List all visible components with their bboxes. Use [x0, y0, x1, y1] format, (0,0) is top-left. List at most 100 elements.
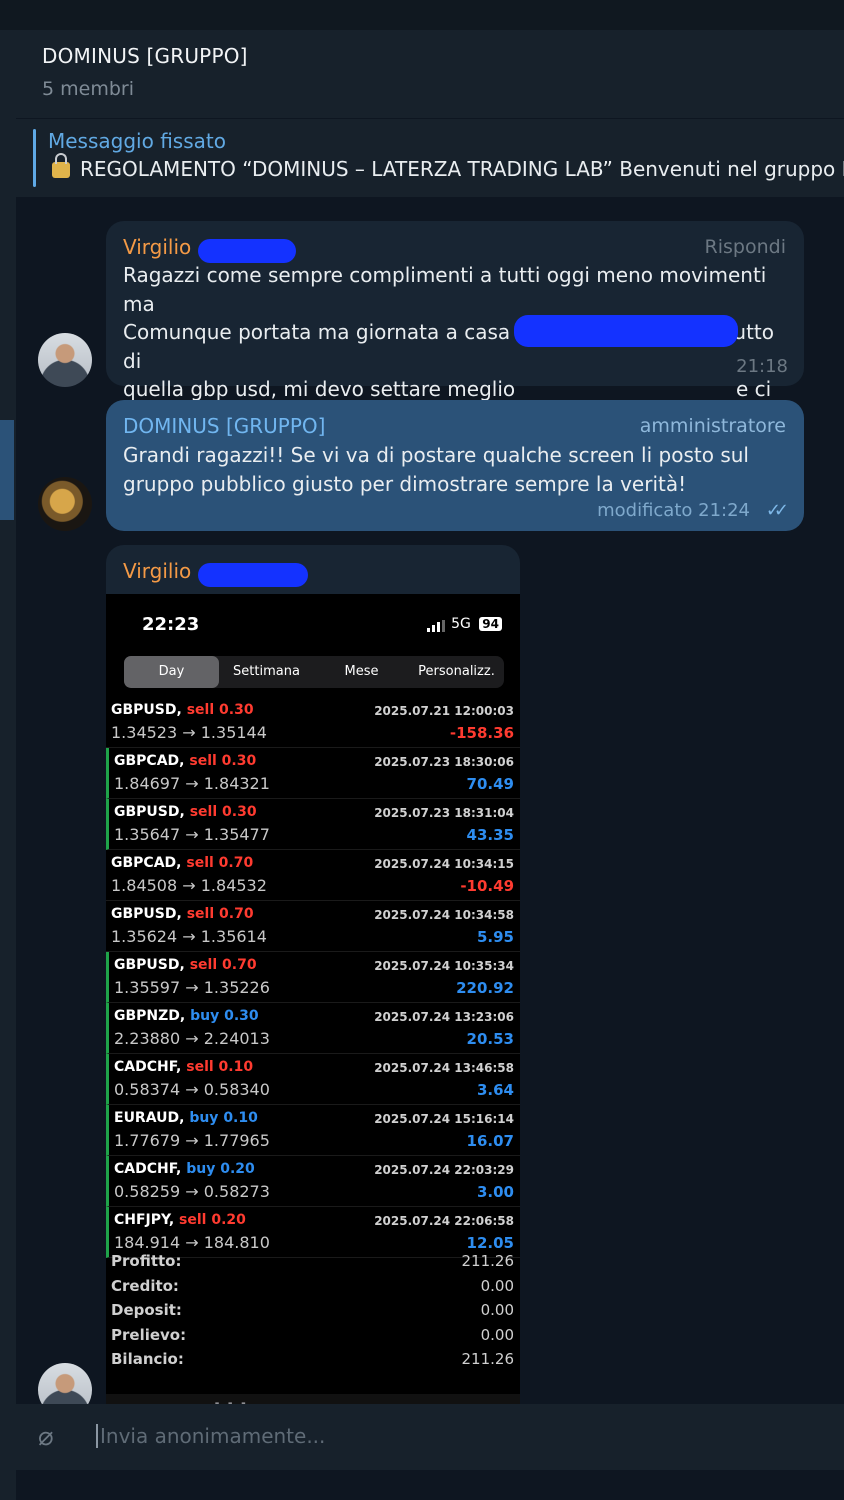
trade-profit: 43.35	[466, 826, 514, 844]
trade-prices: 1.35597 → 1.35226	[114, 978, 270, 997]
redaction-scribble	[198, 239, 296, 263]
phone-status-bar: 5G 94	[426, 616, 502, 632]
tab-mese[interactable]: Mese	[314, 656, 409, 688]
trade-symbol: CADCHF, buy 0.20	[114, 1161, 255, 1177]
trade-row[interactable]: GBPUSD, sell 0.30 2025.07.21 12:00:03 1.34…	[106, 697, 520, 748]
volume-label: 0.10	[218, 1059, 254, 1075]
chat-title: DOMINUS [GRUPPO]	[42, 44, 248, 68]
trade-profit: -158.36	[449, 724, 514, 742]
symbol-label: GBPUSD,	[111, 702, 182, 718]
summary-row: Bilancio: 211.26	[106, 1350, 520, 1375]
trade-datetime: 2025.07.24 10:34:58	[374, 908, 514, 922]
trade-row[interactable]: GBPCAD, sell 0.30 2025.07.23 18:30:06 1.84…	[106, 748, 520, 799]
trade-symbol: GBPUSD, sell 0.30	[114, 804, 257, 820]
side-label: sell	[186, 702, 215, 718]
side-label: sell	[186, 906, 215, 922]
summary-row: Credito: 0.00	[106, 1277, 520, 1302]
pinned-accent-bar	[33, 129, 36, 187]
trade-prices: 0.58259 → 0.58273	[114, 1182, 270, 1201]
trade-prices: 1.34523 → 1.35144	[111, 723, 267, 742]
trade-profit: 16.07	[466, 1132, 514, 1150]
trade-symbol: GBPCAD, sell 0.70	[111, 855, 253, 871]
trade-profit: 12.05	[466, 1234, 514, 1252]
window-top-strip	[0, 0, 844, 30]
message-sender[interactable]: Virgilio	[123, 559, 191, 583]
symbol-label: CADCHF,	[114, 1161, 182, 1177]
symbol-label: GBPUSD,	[114, 804, 185, 820]
trade-datetime: 2025.07.24 22:03:29	[374, 1163, 514, 1177]
message-sender[interactable]: Virgilio	[123, 235, 191, 259]
trade-row[interactable]: CADCHF, buy 0.20 2025.07.24 22:03:29 0.582…	[106, 1156, 520, 1207]
message-sender[interactable]: DOMINUS [GRUPPO]	[123, 414, 325, 438]
summary-row: Prelievo: 0.00	[106, 1326, 520, 1351]
period-segmented-control: Day Settimana Mese Personalizz.	[124, 656, 504, 688]
message-line: quella gbp usd, mi devo settare meglio	[123, 377, 516, 401]
reply-button[interactable]: Rispondi	[705, 236, 786, 258]
symbol-label: GBPNZD,	[114, 1008, 186, 1024]
signal-icon	[426, 616, 447, 632]
trade-row[interactable]: GBPUSD, sell 0.70 2025.07.24 10:34:58 1.35…	[106, 901, 520, 952]
trade-prices: 1.35624 → 1.35614	[111, 927, 267, 946]
side-label: buy	[190, 1008, 220, 1024]
pinned-message-bar[interactable]: Messaggio fissato REGOLAMENTO “DOMINUS –…	[16, 118, 844, 197]
trade-row[interactable]: GBPNZD, buy 0.30 2025.07.24 13:23:06 2.238…	[106, 1003, 520, 1054]
lock-icon	[52, 153, 70, 178]
attached-screenshot[interactable]: 22:23 5G 94 Day Settimana Mese Personali…	[106, 594, 520, 1440]
chat-header[interactable]: DOMINUS [GRUPPO] 5 membri	[16, 30, 844, 118]
group-avatar[interactable]	[38, 477, 92, 531]
message-time: modificato 21:24	[597, 500, 750, 521]
trade-profit: 220.92	[456, 979, 514, 997]
trade-datetime: 2025.07.24 10:35:34	[374, 959, 514, 973]
volume-label: 0.30	[219, 702, 254, 718]
trade-prices: 1.77679 → 1.77965	[114, 1131, 270, 1150]
tab-personalizz[interactable]: Personalizz.	[409, 656, 504, 688]
side-label: sell	[189, 804, 218, 820]
summary-label: Prelievo:	[111, 1325, 187, 1344]
trade-profit: 20.53	[466, 1030, 514, 1048]
trade-row[interactable]: GBPUSD, sell 0.30 2025.07.23 18:31:04 1.35…	[106, 799, 520, 850]
attach-icon[interactable]: ⌀	[38, 1422, 54, 1452]
trade-datetime: 2025.07.21 12:00:03	[374, 704, 514, 718]
chat-member-count: 5 membri	[42, 78, 134, 100]
summary-value: 211.26	[461, 1350, 515, 1368]
trade-symbol: CADCHF, sell 0.10	[114, 1059, 253, 1075]
avatar[interactable]	[38, 333, 92, 387]
side-label: buy	[186, 1161, 216, 1177]
summary-label: Bilancio:	[111, 1350, 184, 1368]
redaction-scribble	[198, 563, 308, 587]
pinned-text-row: REGOLAMENTO “DOMINUS – LATERZA TRADING L…	[52, 153, 844, 181]
trade-profit: 3.00	[476, 1183, 514, 1201]
trade-symbol: GBPUSD, sell 0.70	[114, 957, 257, 973]
trade-prices: 1.84697 → 1.84321	[114, 774, 270, 793]
trade-row[interactable]: GBPUSD, sell 0.70 2025.07.24 10:35:34 1.35…	[106, 952, 520, 1003]
battery-icon: 94	[479, 617, 502, 631]
message-input[interactable]: Invia anonimamente...	[96, 1424, 325, 1448]
tab-day[interactable]: Day	[124, 656, 219, 688]
trade-profit: 70.49	[466, 775, 514, 793]
trade-datetime: 2025.07.24 22:06:58	[374, 1214, 514, 1228]
summary-row: Deposit: 0.00	[106, 1301, 520, 1326]
trade-symbol: EURAUD, buy 0.10	[114, 1110, 258, 1126]
symbol-label: GBPCAD,	[111, 855, 182, 871]
summary-value: 211.26	[461, 1252, 515, 1270]
redaction-scribble	[514, 315, 738, 347]
selection-indicator	[0, 420, 14, 520]
trade-datetime: 2025.07.23 18:31:04	[374, 806, 514, 820]
message-line: gruppo pubblico giusto per dimostrare se…	[123, 471, 687, 496]
message-text: Grandi ragazzi!! Se vi va di postare qua…	[123, 441, 793, 498]
side-label: sell	[186, 1059, 214, 1075]
trade-row[interactable]: GBPCAD, sell 0.70 2025.07.24 10:34:15 1.84…	[106, 850, 520, 901]
trade-symbol: GBPCAD, sell 0.30	[114, 753, 256, 769]
symbol-label: GBPUSD,	[114, 957, 185, 973]
trade-row[interactable]: CADCHF, sell 0.10 2025.07.24 13:46:58 0.58…	[106, 1054, 520, 1105]
tab-settimana[interactable]: Settimana	[219, 656, 314, 688]
side-label: sell	[179, 1212, 207, 1228]
trade-datetime: 2025.07.24 13:23:06	[374, 1010, 514, 1024]
trade-row[interactable]: EURAUD, buy 0.10 2025.07.24 15:16:14 1.776…	[106, 1105, 520, 1156]
summary-label: Deposit:	[111, 1301, 182, 1319]
trade-datetime: 2025.07.24 13:46:58	[374, 1061, 514, 1075]
trade-datetime: 2025.07.24 10:34:15	[374, 857, 514, 871]
network-label: 5G	[451, 616, 471, 632]
trade-row[interactable]: CHFJPY, sell 0.20 2025.07.24 22:06:58 184.…	[106, 1207, 520, 1258]
trade-symbol: GBPUSD, sell 0.30	[111, 702, 254, 718]
